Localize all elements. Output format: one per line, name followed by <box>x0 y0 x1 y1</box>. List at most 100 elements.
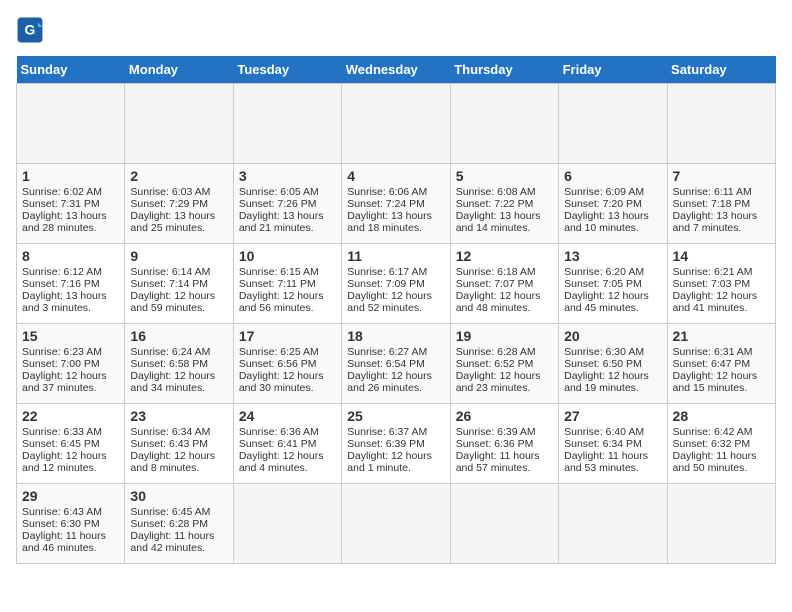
daylight: Daylight: 11 hours and 46 minutes. <box>22 530 106 554</box>
daylight: Daylight: 12 hours and 1 minute. <box>347 450 432 474</box>
daylight: Daylight: 12 hours and 45 minutes. <box>564 290 649 314</box>
sunrise: Sunrise: 6:23 AM <box>22 346 102 358</box>
calendar-table: SundayMondayTuesdayWednesdayThursdayFrid… <box>16 56 776 564</box>
sunset: Sunset: 6:47 PM <box>673 358 751 370</box>
daylight: Daylight: 13 hours and 18 minutes. <box>347 210 432 234</box>
day-number: 20 <box>564 328 661 344</box>
day-number: 30 <box>130 488 227 504</box>
calendar-cell: 7Sunrise: 6:11 AMSunset: 7:18 PMDaylight… <box>667 164 775 244</box>
calendar-cell: 21Sunrise: 6:31 AMSunset: 6:47 PMDayligh… <box>667 324 775 404</box>
calendar-cell: 6Sunrise: 6:09 AMSunset: 7:20 PMDaylight… <box>559 164 667 244</box>
day-number: 2 <box>130 168 227 184</box>
sunrise: Sunrise: 6:02 AM <box>22 186 102 198</box>
calendar-cell: 13Sunrise: 6:20 AMSunset: 7:05 PMDayligh… <box>559 244 667 324</box>
calendar-week-2: 8Sunrise: 6:12 AMSunset: 7:16 PMDaylight… <box>17 244 776 324</box>
day-number: 14 <box>673 248 770 264</box>
sunrise: Sunrise: 6:42 AM <box>673 426 753 438</box>
calendar-week-4: 22Sunrise: 6:33 AMSunset: 6:45 PMDayligh… <box>17 404 776 484</box>
sunset: Sunset: 7:18 PM <box>673 198 751 210</box>
day-number: 8 <box>22 248 119 264</box>
calendar-week-0 <box>17 84 776 164</box>
sunset: Sunset: 7:24 PM <box>347 198 425 210</box>
calendar-cell: 18Sunrise: 6:27 AMSunset: 6:54 PMDayligh… <box>342 324 450 404</box>
sunrise: Sunrise: 6:36 AM <box>239 426 319 438</box>
sunrise: Sunrise: 6:20 AM <box>564 266 644 278</box>
calendar-cell <box>667 484 775 564</box>
day-number: 18 <box>347 328 444 344</box>
sunrise: Sunrise: 6:15 AM <box>239 266 319 278</box>
sunrise: Sunrise: 6:17 AM <box>347 266 427 278</box>
day-number: 17 <box>239 328 336 344</box>
weekday-header-friday: Friday <box>559 56 667 84</box>
day-number: 19 <box>456 328 553 344</box>
svg-text:G: G <box>25 22 36 38</box>
sunset: Sunset: 6:58 PM <box>130 358 208 370</box>
logo: G <box>16 16 48 44</box>
daylight: Daylight: 12 hours and 26 minutes. <box>347 370 432 394</box>
sunset: Sunset: 6:56 PM <box>239 358 317 370</box>
sunrise: Sunrise: 6:09 AM <box>564 186 644 198</box>
sunset: Sunset: 6:28 PM <box>130 518 208 530</box>
day-number: 1 <box>22 168 119 184</box>
daylight: Daylight: 13 hours and 10 minutes. <box>564 210 649 234</box>
sunset: Sunset: 6:45 PM <box>22 438 100 450</box>
calendar-cell: 23Sunrise: 6:34 AMSunset: 6:43 PMDayligh… <box>125 404 233 484</box>
day-number: 5 <box>456 168 553 184</box>
daylight: Daylight: 12 hours and 59 minutes. <box>130 290 215 314</box>
daylight: Daylight: 12 hours and 23 minutes. <box>456 370 541 394</box>
day-number: 26 <box>456 408 553 424</box>
calendar-cell: 3Sunrise: 6:05 AMSunset: 7:26 PMDaylight… <box>233 164 341 244</box>
sunset: Sunset: 7:16 PM <box>22 278 100 290</box>
day-number: 24 <box>239 408 336 424</box>
calendar-cell: 30 Sunrise: 6:45 AMSunset: 6:28 PMDayligh… <box>125 484 233 564</box>
sunset: Sunset: 6:34 PM <box>564 438 642 450</box>
day-number: 27 <box>564 408 661 424</box>
calendar-cell: 10Sunrise: 6:15 AMSunset: 7:11 PMDayligh… <box>233 244 341 324</box>
sunset: Sunset: 7:14 PM <box>130 278 208 290</box>
daylight: Daylight: 12 hours and 37 minutes. <box>22 370 107 394</box>
daylight: Daylight: 11 hours and 42 minutes. <box>130 530 214 554</box>
daylight: Daylight: 12 hours and 34 minutes. <box>130 370 215 394</box>
weekday-header-row: SundayMondayTuesdayWednesdayThursdayFrid… <box>17 56 776 84</box>
sunrise: Sunrise: 6:03 AM <box>130 186 210 198</box>
sunrise: Sunrise: 6:43 AM <box>22 506 102 518</box>
day-number: 13 <box>564 248 661 264</box>
calendar-cell <box>450 84 558 164</box>
calendar-cell <box>342 84 450 164</box>
day-number: 16 <box>130 328 227 344</box>
daylight: Daylight: 12 hours and 8 minutes. <box>130 450 215 474</box>
calendar-cell: 20Sunrise: 6:30 AMSunset: 6:50 PMDayligh… <box>559 324 667 404</box>
calendar-cell: 5Sunrise: 6:08 AMSunset: 7:22 PMDaylight… <box>450 164 558 244</box>
sunrise: Sunrise: 6:40 AM <box>564 426 644 438</box>
sunset: Sunset: 6:36 PM <box>456 438 534 450</box>
day-number: 11 <box>347 248 444 264</box>
sunrise: Sunrise: 6:11 AM <box>673 186 752 198</box>
daylight: Daylight: 13 hours and 3 minutes. <box>22 290 107 314</box>
daylight: Daylight: 13 hours and 7 minutes. <box>673 210 758 234</box>
sunset: Sunset: 6:54 PM <box>347 358 425 370</box>
sunrise: Sunrise: 6:12 AM <box>22 266 102 278</box>
sunset: Sunset: 6:41 PM <box>239 438 317 450</box>
sunset: Sunset: 7:26 PM <box>239 198 317 210</box>
sunrise: Sunrise: 6:31 AM <box>673 346 753 358</box>
daylight: Daylight: 11 hours and 50 minutes. <box>673 450 757 474</box>
day-number: 10 <box>239 248 336 264</box>
calendar-cell: 4Sunrise: 6:06 AMSunset: 7:24 PMDaylight… <box>342 164 450 244</box>
sunrise: Sunrise: 6:25 AM <box>239 346 319 358</box>
daylight: Daylight: 12 hours and 4 minutes. <box>239 450 324 474</box>
calendar-cell: 26Sunrise: 6:39 AMSunset: 6:36 PMDayligh… <box>450 404 558 484</box>
sunset: Sunset: 7:22 PM <box>456 198 534 210</box>
sunset: Sunset: 6:43 PM <box>130 438 208 450</box>
sunrise: Sunrise: 6:45 AM <box>130 506 210 518</box>
weekday-header-tuesday: Tuesday <box>233 56 341 84</box>
day-number: 22 <box>22 408 119 424</box>
calendar-cell: 8 Sunrise: 6:12 AMSunset: 7:16 PMDaylight… <box>17 244 125 324</box>
day-number: 25 <box>347 408 444 424</box>
weekday-header-wednesday: Wednesday <box>342 56 450 84</box>
calendar-week-3: 15Sunrise: 6:23 AMSunset: 7:00 PMDayligh… <box>17 324 776 404</box>
sunset: Sunset: 7:31 PM <box>22 198 100 210</box>
sunset: Sunset: 7:03 PM <box>673 278 751 290</box>
calendar-cell <box>233 84 341 164</box>
calendar-cell: 19Sunrise: 6:28 AMSunset: 6:52 PMDayligh… <box>450 324 558 404</box>
sunrise: Sunrise: 6:21 AM <box>673 266 753 278</box>
